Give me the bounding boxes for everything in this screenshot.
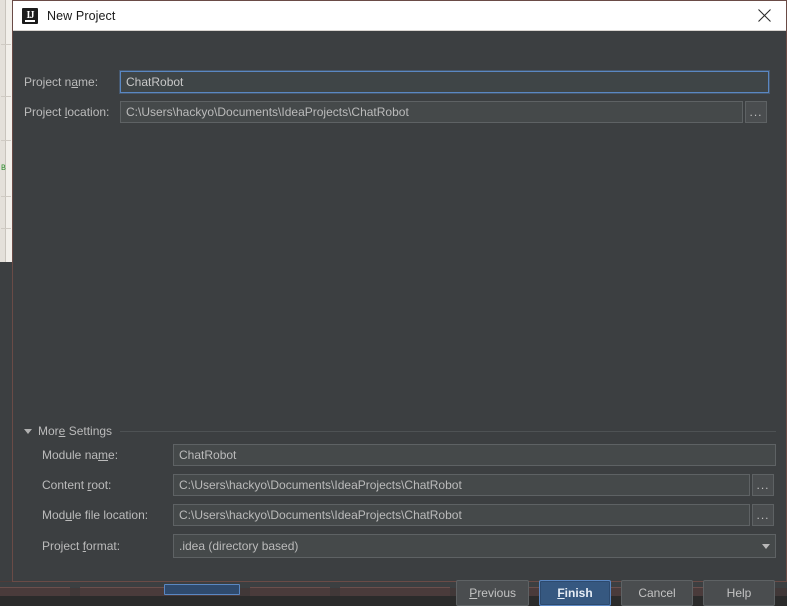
background-editor-line [1, 196, 11, 197]
module-name-input[interactable]: ChatRobot [173, 444, 776, 466]
finish-button[interactable]: Finish [539, 580, 611, 606]
dialog-title: New Project [47, 8, 116, 23]
project-format-label: Project format: [42, 539, 121, 553]
more-settings-label: More Settings [38, 424, 113, 438]
module-file-location-browse-button[interactable]: ... [752, 504, 774, 526]
project-location-row: Project location: C:\Users\hackyo\Docume… [24, 101, 776, 123]
help-button[interactable]: Help [703, 580, 775, 606]
new-project-dialog: IJ New Project Project name: ChatRobot P… [12, 0, 787, 606]
module-file-location-label: Module file location: [42, 508, 149, 522]
intellij-idea-icon: IJ [22, 7, 38, 24]
content-root-browse-button[interactable]: ... [752, 474, 774, 496]
chevron-down-icon [757, 535, 775, 557]
background-editor-line [1, 44, 11, 45]
project-format-row: Project format: .idea (directory based) [42, 534, 776, 558]
more-settings-separator [120, 430, 776, 432]
screen: B IJ New Project Project name: ChatRobot… [0, 0, 787, 606]
module-name-label: Module name: [42, 448, 119, 462]
content-root-label: Content root: [42, 478, 112, 492]
project-location-browse-button[interactable]: ... [745, 101, 767, 123]
chevron-down-icon [24, 428, 32, 434]
background-editor-gutter [0, 0, 6, 262]
background-editor-line [1, 96, 11, 97]
background-editor-token: B [1, 164, 6, 173]
more-settings-toggle[interactable]: More Settings [24, 423, 776, 439]
project-name-input[interactable]: ChatRobot [120, 71, 769, 93]
project-name-label: Project name: [24, 75, 99, 89]
background-editor-line [1, 140, 11, 141]
close-icon[interactable] [742, 1, 786, 29]
dialog-titlebar: IJ New Project [13, 1, 786, 31]
previous-button[interactable]: Previous [456, 580, 529, 606]
module-file-location-row: Module file location: C:\Users\hackyo\Do… [42, 504, 776, 526]
cancel-button[interactable]: Cancel [621, 580, 693, 606]
project-name-row: Project name: ChatRobot [24, 71, 776, 93]
dialog-button-bar: Previous Finish Cancel Help [13, 580, 787, 606]
dialog-body: Project name: ChatRobot Project location… [13, 31, 786, 606]
project-format-value: .idea (directory based) [179, 539, 299, 553]
module-name-row: Module name: ChatRobot [42, 444, 776, 466]
project-format-select[interactable]: .idea (directory based) [173, 534, 776, 558]
content-root-row: Content root: C:\Users\hackyo\Documents\… [42, 474, 776, 496]
project-location-input[interactable]: C:\Users\hackyo\Documents\IdeaProjects\C… [120, 101, 743, 123]
module-file-location-input[interactable]: C:\Users\hackyo\Documents\IdeaProjects\C… [173, 504, 750, 526]
content-root-input[interactable]: C:\Users\hackyo\Documents\IdeaProjects\C… [173, 474, 750, 496]
background-editor-line [1, 228, 11, 229]
project-location-label: Project location: [24, 105, 110, 119]
